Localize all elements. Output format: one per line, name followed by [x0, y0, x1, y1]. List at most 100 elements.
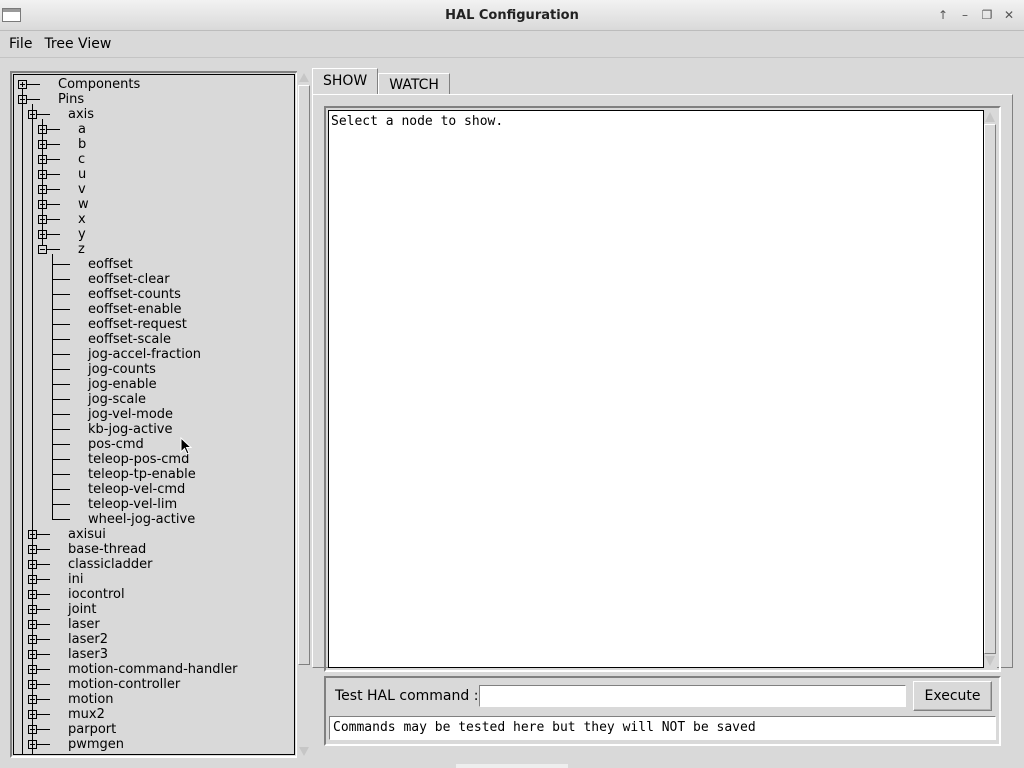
tree-item-label: kb-jog-active [88, 422, 173, 437]
menu-file[interactable]: File [3, 31, 38, 57]
tree-node[interactable]: motion-controller [14, 677, 294, 692]
tree-node[interactable]: iocontrol [14, 587, 294, 602]
tab-watch[interactable]: WATCH [378, 73, 450, 95]
tree-node[interactable]: laser3 [14, 647, 294, 662]
tree-leaf-item[interactable]: eoffset-counts [14, 287, 294, 302]
tree-node[interactable]: mux2 [14, 707, 294, 722]
tree-leaf-item[interactable]: jog-accel-fraction [14, 347, 294, 362]
tree-node[interactable]: b [14, 137, 294, 152]
minimize-icon[interactable]: – [954, 6, 976, 24]
tree-item-label: iocontrol [68, 587, 125, 602]
tree-item-label: eoffset-scale [88, 332, 171, 347]
show-scrollbar[interactable] [984, 110, 997, 668]
tree-node[interactable]: x [14, 212, 294, 227]
command-message: Commands may be tested here but they wil… [329, 716, 996, 740]
show-text-area[interactable]: Select a node to show. [328, 110, 984, 668]
tree-leaf-item[interactable]: kb-jog-active [14, 422, 294, 437]
tree-item-label: pwmgen [68, 737, 125, 752]
tree-node[interactable]: c [14, 152, 294, 167]
tree-item-label: teleop-pos-cmd [88, 452, 190, 467]
tree-connector [37, 534, 50, 535]
expand-icon[interactable] [18, 80, 27, 89]
command-input[interactable] [479, 685, 906, 707]
menu-tree-view[interactable]: Tree View [38, 31, 117, 57]
execute-button[interactable]: Execute [913, 681, 992, 711]
tree-item-label: eoffset-request [88, 317, 187, 332]
tree-node[interactable]: axisui [14, 527, 294, 542]
tree-connector [52, 294, 70, 295]
tree-leaf-item[interactable]: teleop-vel-cmd [14, 482, 294, 497]
collapse-icon[interactable] [38, 245, 47, 254]
tree-leaf-item[interactable]: eoffset-scale [14, 332, 294, 347]
scroll-down-arrow-icon[interactable] [299, 747, 309, 756]
tree-item-label: pos-cmd [88, 437, 144, 452]
tree-node[interactable]: pwmgen [14, 737, 294, 752]
tree-connector [37, 549, 50, 550]
tree-node[interactable]: pyvcp [14, 752, 294, 754]
tree-leaf-item[interactable]: jog-counts [14, 362, 294, 377]
tree-node[interactable]: laser2 [14, 632, 294, 647]
tree-connector [32, 104, 33, 754]
tree-view[interactable]: Components Pins axis a b c u v w x y z eoffset eoffse… [13, 74, 295, 755]
scroll-down-arrow-icon[interactable] [985, 656, 995, 666]
tree-node[interactable]: ini [14, 572, 294, 587]
tree-scrollbar[interactable] [297, 71, 311, 758]
tree-node[interactable]: axis [14, 107, 294, 122]
tree-leaf-item[interactable]: teleop-vel-lim [14, 497, 294, 512]
scroll-thumb[interactable] [984, 124, 996, 654]
tree-node[interactable]: z [14, 242, 294, 257]
tree-connector [47, 234, 60, 235]
tree-item-label: pyvcp [68, 752, 107, 754]
scroll-up-arrow-icon[interactable] [985, 112, 995, 122]
tree-leaf-item[interactable]: jog-enable [14, 377, 294, 392]
tree-node[interactable]: parport [14, 722, 294, 737]
tree-node[interactable]: Components [14, 77, 294, 92]
tree-item-label: eoffset [88, 257, 133, 272]
tree-item-label: a [78, 122, 86, 137]
close-icon[interactable]: ✕ [998, 6, 1020, 24]
tree-node[interactable]: w [14, 197, 294, 212]
tree-item-label: axis [68, 107, 95, 122]
tree-node[interactable]: base-thread [14, 542, 294, 557]
tree-node[interactable]: Pins [14, 92, 294, 107]
tree-connector [37, 579, 50, 580]
tree-connector [47, 129, 60, 130]
tree-item-label: teleop-tp-enable [88, 467, 196, 482]
tree-node[interactable]: u [14, 167, 294, 182]
tree-item-label: eoffset-enable [88, 302, 182, 317]
tree-leaf-item[interactable]: eoffset [14, 257, 294, 272]
tree-item-label: jog-accel-fraction [88, 347, 202, 362]
maximize-icon[interactable]: ❐ [976, 6, 998, 24]
tree-panel: Components Pins axis a b c u v w x y z eoffset eoffse… [10, 71, 298, 758]
tree-leaf-item[interactable]: wheel-jog-active [14, 512, 294, 527]
tree-item-label: classicladder [68, 557, 153, 572]
tree-leaf-item[interactable]: eoffset-request [14, 317, 294, 332]
tree-leaf-item[interactable]: jog-scale [14, 392, 294, 407]
tree-node[interactable]: laser [14, 617, 294, 632]
tree-connector [52, 399, 70, 400]
tree-node[interactable]: joint [14, 602, 294, 617]
tree-leaf-item[interactable]: teleop-tp-enable [14, 467, 294, 482]
tree-leaf-item[interactable]: pos-cmd [14, 437, 294, 452]
tree-connector [47, 174, 60, 175]
tree-item-label: jog-scale [88, 392, 147, 407]
tree-node[interactable]: motion [14, 692, 294, 707]
tree-leaf-item[interactable]: teleop-pos-cmd [14, 452, 294, 467]
tree-connector [52, 474, 70, 475]
shade-window-icon[interactable]: ↑ [932, 6, 954, 24]
tree-node[interactable]: v [14, 182, 294, 197]
tree-node[interactable]: classicladder [14, 557, 294, 572]
tree-item-label: mux2 [68, 707, 105, 722]
tree-leaf-item[interactable]: eoffset-enable [14, 302, 294, 317]
tree-leaf-item[interactable]: jog-vel-mode [14, 407, 294, 422]
tab-bar: SHOW WATCH [312, 68, 450, 95]
tab-show[interactable]: SHOW [312, 68, 379, 94]
tree-node[interactable]: y [14, 227, 294, 242]
tree-leaf-item[interactable]: eoffset-clear [14, 272, 294, 287]
scroll-thumb[interactable] [298, 85, 310, 665]
tree-connector [37, 714, 50, 715]
tree-connector [37, 624, 50, 625]
tree-node[interactable]: a [14, 122, 294, 137]
tree-node[interactable]: motion-command-handler [14, 662, 294, 677]
scroll-up-arrow-icon[interactable] [299, 73, 309, 82]
